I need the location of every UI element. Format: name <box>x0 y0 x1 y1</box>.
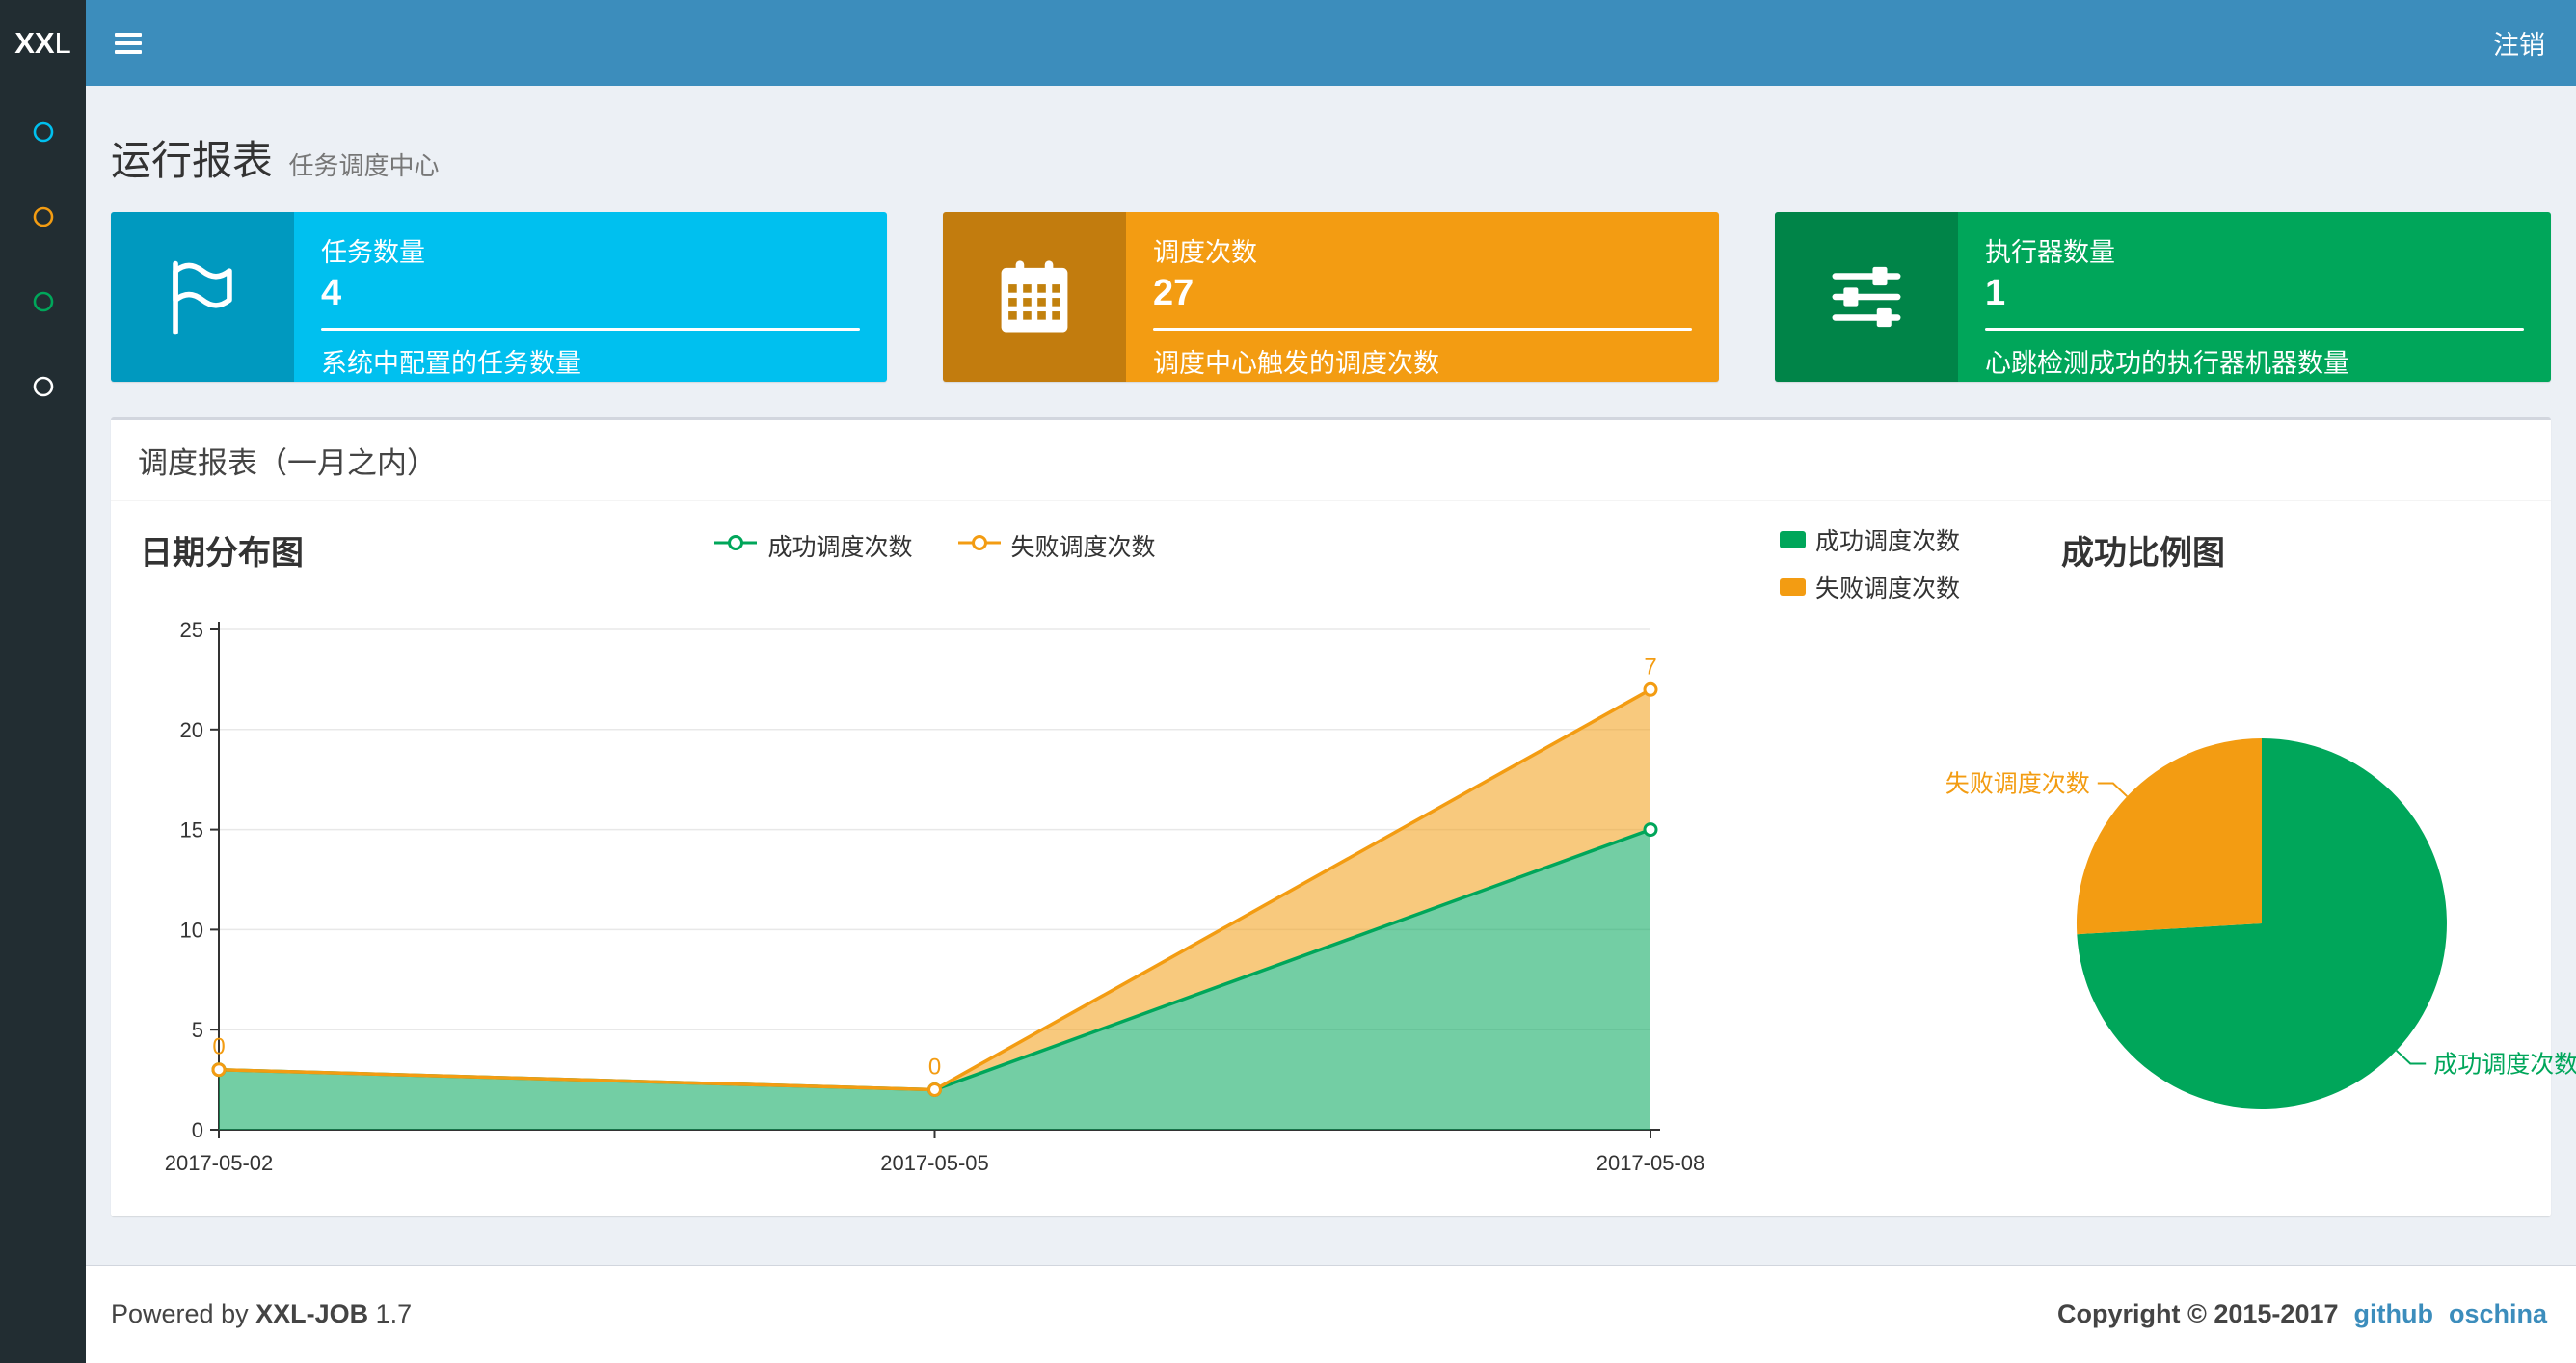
info-box-1: 任务数量 4 系统中配置的任务数量 <box>111 212 887 382</box>
page-subtitle: 任务调度中心 <box>288 151 440 180</box>
svg-text:15: 15 <box>180 818 203 842</box>
info-box-number: 27 <box>1153 273 1194 313</box>
info-box-content: 任务数量 4 系统中配置的任务数量 <box>294 212 887 382</box>
flag-icon <box>111 212 294 382</box>
info-box-number: 4 <box>321 273 342 313</box>
info-box-title: 执行器数量 <box>1985 238 2115 267</box>
line-series-icon <box>957 532 1002 560</box>
hamburger-icon <box>115 32 142 54</box>
pie-chart: 成功调度次数 失败调度次数 <box>1945 738 2576 1109</box>
line-chart: 05101520252017-05-02 2017-05-05 2017-05-08… <box>165 618 1705 1175</box>
sliders-icon <box>1775 212 1958 382</box>
svg-text:0: 0 <box>192 1118 203 1142</box>
legend-label: 成功调度次数 <box>767 534 913 561</box>
circle-icon <box>31 289 56 319</box>
sidebar-item-2[interactable] <box>0 176 86 261</box>
page-title: 运行报表 <box>111 138 274 183</box>
sidebar <box>0 86 86 1363</box>
info-box-progress-bar <box>321 328 860 331</box>
info-box-2: 调度次数 27 调度中心触发的调度次数 <box>943 212 1719 382</box>
legend-swatch <box>1780 531 1806 548</box>
info-box-content: 执行器数量 1 心跳检测成功的执行器机器数量 <box>1958 212 2551 382</box>
sidebar-menu <box>0 86 86 431</box>
logo-text-rest: L <box>54 25 71 60</box>
logout-link[interactable]: 注销 <box>2462 0 2576 86</box>
legend-swatch <box>1780 578 1806 596</box>
svg-text:5: 5 <box>192 1018 203 1042</box>
info-box-3: 执行器数量 1 心跳检测成功的执行器机器数量 <box>1775 212 2551 382</box>
circle-icon <box>31 374 56 404</box>
info-box-description: 调度中心触发的调度次数 <box>1153 349 1439 378</box>
line-legend-item-2[interactable]: 失败调度次数 <box>957 528 1156 563</box>
info-box-content: 调度次数 27 调度中心触发的调度次数 <box>1126 212 1719 382</box>
footer-link-github[interactable]: github <box>2354 1299 2433 1328</box>
line-series-icon <box>713 532 758 560</box>
svg-text:0: 0 <box>212 1034 225 1060</box>
footer: Powered by XXL-JOB 1.7 Copyright © 2015-… <box>86 1265 2576 1363</box>
pie-chart-title: 成功比例图 <box>2061 535 2225 572</box>
legend-label: 成功调度次数 <box>1815 528 1961 555</box>
sidebar-item-1[interactable] <box>0 92 86 176</box>
circle-icon <box>31 204 56 234</box>
main-content: 运行报表 任务调度中心 任务数量 4 系统中配置的任务数量 调度次数 27 调度… <box>86 86 2576 1265</box>
powered-by: Powered by XXL-JOB 1.7 <box>111 1299 412 1329</box>
sidebar-item-4[interactable] <box>0 346 86 431</box>
sidebar-item-3[interactable] <box>0 261 86 346</box>
info-box-progress-bar <box>1985 328 2524 331</box>
svg-text:10: 10 <box>180 918 203 942</box>
sidebar-toggle-button[interactable] <box>86 0 171 86</box>
svg-text:25: 25 <box>180 618 203 642</box>
svg-text:0: 0 <box>928 1054 941 1080</box>
info-box-description: 系统中配置的任务数量 <box>321 349 581 378</box>
top-navbar: XX L 注销 <box>0 0 2576 86</box>
product-name: XXL-JOB <box>255 1299 369 1328</box>
circle-icon <box>31 120 56 149</box>
info-box-number: 1 <box>1985 273 2006 313</box>
page-header: 运行报表 任务调度中心 <box>111 128 2551 187</box>
line-legend-item-1[interactable]: 成功调度次数 <box>713 528 913 563</box>
footer-right: Copyright © 2015-2017 github oschina <box>2057 1299 2547 1329</box>
svg-text:7: 7 <box>1644 654 1656 680</box>
pie-chart-legend: 成功调度次数 失败调度次数 <box>1780 522 1960 604</box>
legend-label: 失败调度次数 <box>1010 534 1156 561</box>
copyright-text: Copyright © 2015-2017 <box>2056 1299 2339 1328</box>
info-box-progress-bar <box>1153 328 1692 331</box>
svg-text:2017-05-05: 2017-05-05 <box>880 1151 989 1175</box>
svg-text:2017-05-02: 2017-05-02 <box>165 1151 274 1175</box>
footer-link-oschina[interactable]: oschina <box>2449 1299 2547 1328</box>
line-chart-legend: 成功调度次数 失败调度次数 <box>219 528 1650 563</box>
powered-prefix: Powered by <box>111 1299 249 1328</box>
info-box-title: 任务数量 <box>321 238 425 267</box>
panel-body: 日期分布图 成功调度次数 失败调度次数 0 5 10 15 20 25 2017-05-02 2… <box>111 501 2576 1216</box>
logo-text-bold: XX <box>14 25 55 60</box>
product-version: 1.7 <box>375 1299 413 1328</box>
svg-text:失败调度次数: 失败调度次数 <box>1945 771 2090 798</box>
info-box-row: 任务数量 4 系统中配置的任务数量 调度次数 27 调度中心触发的调度次数 执行… <box>111 212 2551 382</box>
info-box-title: 调度次数 <box>1153 238 1257 267</box>
info-box-description: 心跳检测成功的执行器机器数量 <box>1985 349 2349 378</box>
report-panel: 调度报表（一月之内） 日期分布图 成功调度次数 失败调度次数 0 5 10 15 20 25… <box>111 417 2576 1216</box>
panel-title: 调度报表（一月之内） <box>111 420 2551 501</box>
svg-text:成功调度次数: 成功调度次数 <box>2433 1052 2576 1079</box>
pie-legend-item-1[interactable]: 成功调度次数 <box>1780 522 1960 557</box>
svg-text:20: 20 <box>180 718 203 742</box>
app-logo[interactable]: XX L <box>0 0 86 86</box>
calendar-icon <box>943 212 1126 382</box>
svg-text:2017-05-08: 2017-05-08 <box>1597 1151 1705 1175</box>
